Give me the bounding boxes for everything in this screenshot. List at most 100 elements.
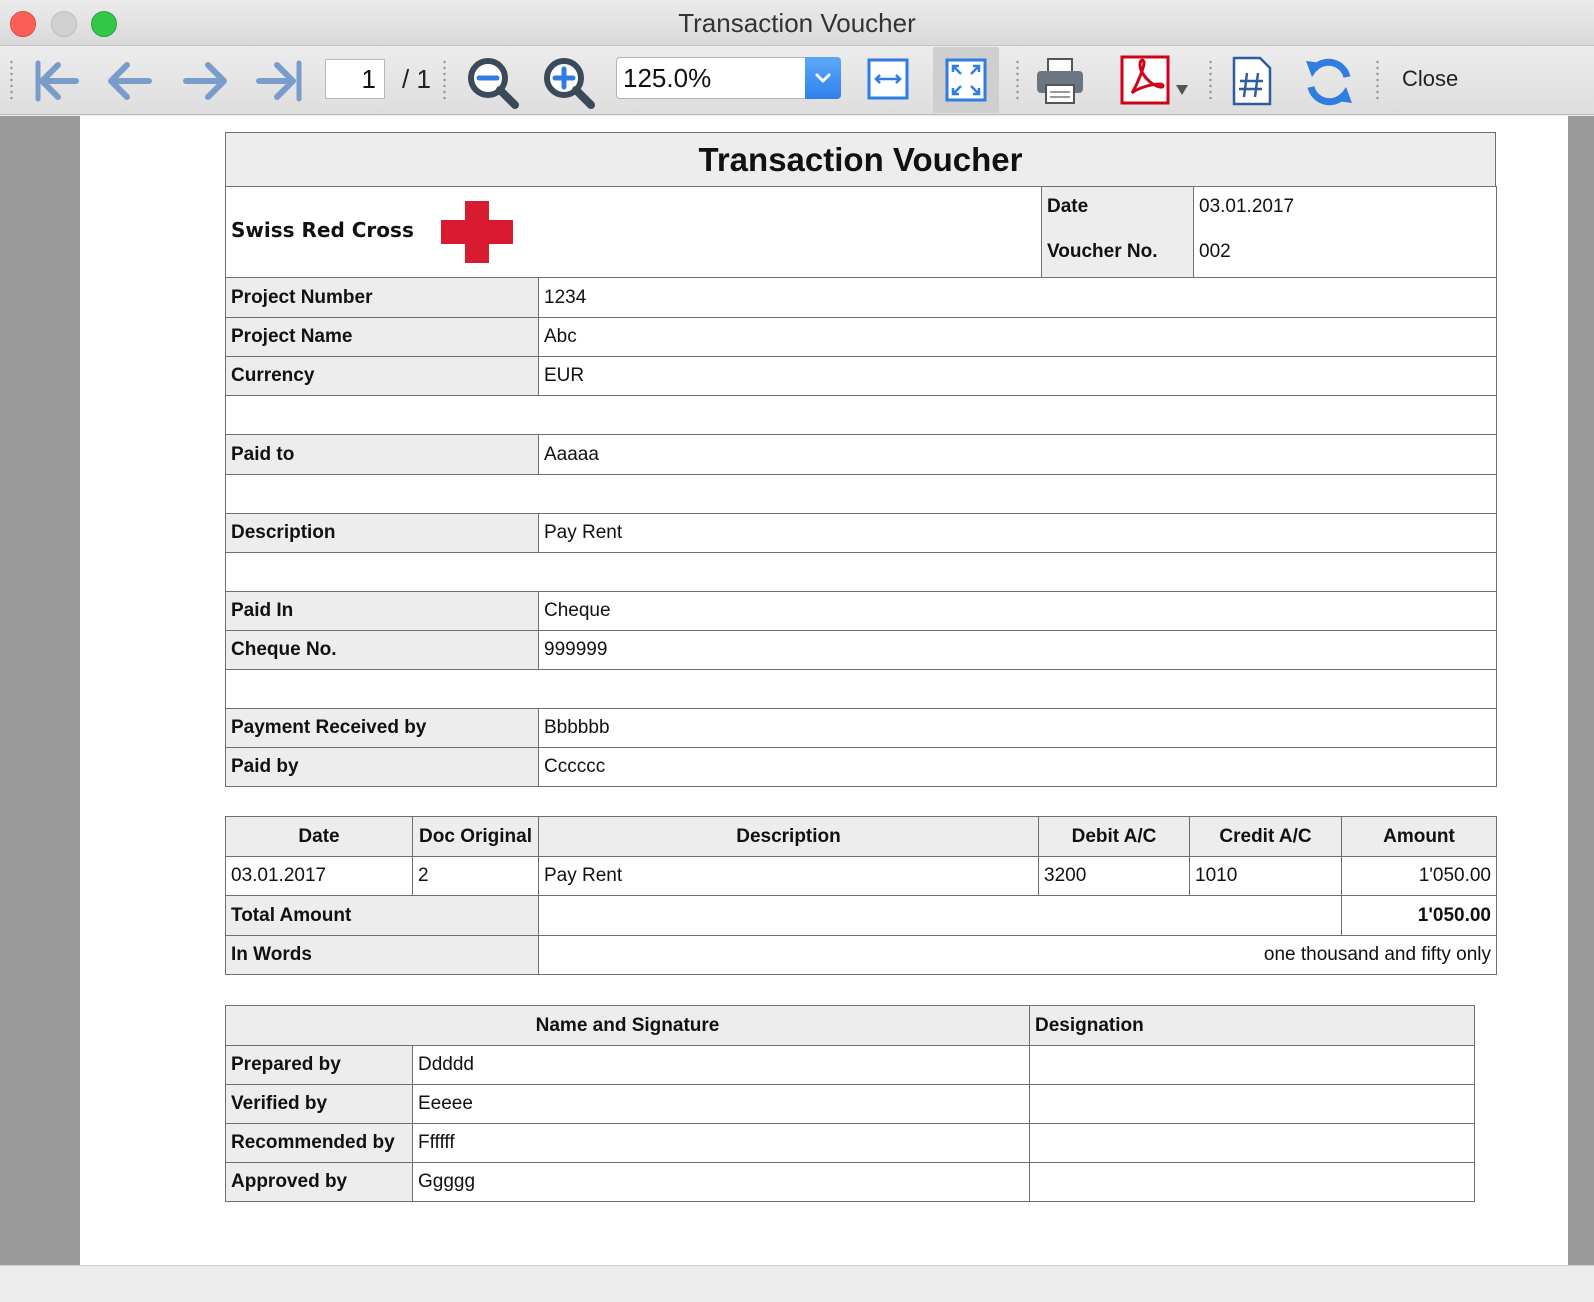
field-label: Cheque No. — [225, 630, 539, 670]
refresh-icon — [1306, 58, 1352, 106]
field-value: Bbbbbb — [538, 708, 1497, 748]
field-value: Cheque — [538, 591, 1497, 631]
date-value: 03.01.2017 — [1193, 186, 1497, 227]
export-pdf-button[interactable] — [1120, 53, 1192, 109]
spacer-row — [225, 669, 1497, 709]
table-row: 03.01.2017 2 Pay Rent 3200 1010 1'050.00 — [225, 856, 1497, 896]
toolbar-grip — [1016, 59, 1019, 103]
table-cell: 2 — [412, 856, 539, 896]
field-label: Paid by — [225, 747, 539, 787]
page-numbering-button[interactable] — [1230, 55, 1274, 107]
field-label: Payment Received by — [225, 708, 539, 748]
refresh-button[interactable] — [1302, 55, 1356, 109]
voucher-header-table: Swiss Red Cross Date 03.01.2017 Voucher … — [225, 186, 1497, 278]
spacer-row — [225, 552, 1497, 592]
signature-designation — [1029, 1162, 1475, 1202]
table-row: Approved by Ggggg — [225, 1162, 1475, 1202]
previous-page-button[interactable] — [105, 59, 155, 103]
field-label: Project Number — [225, 277, 539, 318]
name-signature-header: Name and Signature — [225, 1005, 1030, 1046]
next-page-button[interactable] — [180, 59, 230, 103]
title-bar: Transaction Voucher — [0, 0, 1594, 46]
column-header: Amount — [1341, 816, 1497, 857]
voucher-title: Transaction Voucher — [225, 132, 1496, 187]
arrow-left-icon — [108, 62, 152, 100]
field-label: Project Name — [225, 317, 539, 357]
fit-width-icon — [867, 58, 909, 100]
voucher-fields-table: Project Number 1234 Project Name Abc Curre… — [225, 277, 1497, 787]
column-header: Doc Original — [412, 816, 539, 857]
total-amount-value: 1'050.00 — [1341, 895, 1497, 936]
toolbar-grip — [1376, 59, 1379, 103]
field-value: Aaaaa — [538, 434, 1497, 475]
signature-name: Ddddd — [412, 1045, 1030, 1085]
zoom-in-icon — [544, 58, 595, 109]
voucher-no-label: Voucher No. — [1041, 226, 1194, 278]
zoom-out-button[interactable] — [465, 55, 521, 111]
first-page-icon — [35, 60, 79, 102]
organization-name: Swiss Red Cross — [231, 218, 414, 243]
field-value: EUR — [538, 356, 1497, 396]
signature-role: Verified by — [225, 1084, 413, 1124]
signature-role: Prepared by — [225, 1045, 413, 1085]
zoom-in-button[interactable] — [541, 55, 597, 111]
field-value: Abc — [538, 317, 1497, 357]
first-page-button[interactable] — [30, 59, 80, 103]
table-cell: Pay Rent — [538, 856, 1039, 896]
table-cell: 3200 — [1038, 856, 1190, 896]
column-header: Description — [538, 816, 1039, 857]
fit-page-button[interactable] — [944, 57, 988, 103]
field-label: Paid In — [225, 591, 539, 631]
entries-table: Date Doc Original Description Debit A/C … — [225, 816, 1497, 975]
field-value: 999999 — [538, 630, 1497, 670]
page-total: / 1 — [402, 64, 431, 94]
signature-designation — [1029, 1123, 1475, 1163]
table-row: Verified by Eeeee — [225, 1084, 1475, 1124]
field-label: Paid to — [225, 434, 539, 475]
signature-designation — [1029, 1084, 1475, 1124]
red-cross-logo — [441, 201, 514, 263]
printer-icon — [1037, 58, 1083, 104]
status-bar — [0, 1265, 1594, 1302]
table-cell: 03.01.2017 — [225, 856, 413, 896]
zoom-out-icon — [468, 58, 519, 109]
signature-name: Eeeee — [412, 1084, 1030, 1124]
document-viewer[interactable]: Transaction Voucher Swiss Red Cross Date… — [0, 116, 1594, 1265]
in-words-value: one thousand and fifty only — [538, 935, 1497, 975]
last-page-button[interactable] — [255, 59, 305, 103]
chevron-down-icon — [805, 57, 841, 99]
zoom-select[interactable]: 125.0% — [616, 57, 841, 99]
organization-cell: Swiss Red Cross — [225, 186, 1042, 278]
total-amount-label: Total Amount — [225, 895, 539, 936]
voucher-title-table: Transaction Voucher — [225, 132, 1496, 187]
field-label: Description — [225, 513, 539, 553]
fit-page-icon — [945, 58, 987, 102]
close-button[interactable]: Close — [1402, 66, 1458, 92]
hash-document-icon — [1232, 56, 1272, 106]
spacer-row — [225, 395, 1497, 435]
toolbar: 1 / 1 125.0% Close — [0, 47, 1594, 115]
column-header: Date — [225, 816, 413, 857]
table-cell: 1010 — [1189, 856, 1342, 896]
table-row: Recommended by Ffffff — [225, 1123, 1475, 1163]
date-label: Date — [1041, 186, 1194, 227]
page-number-input[interactable]: 1 — [325, 59, 385, 99]
field-label: Currency — [225, 356, 539, 396]
fit-width-button[interactable] — [866, 57, 910, 101]
pdf-icon — [1120, 55, 1188, 105]
last-page-icon — [256, 60, 302, 102]
print-button[interactable] — [1034, 55, 1086, 107]
toolbar-grip — [443, 59, 446, 103]
signatures-table: Name and Signature Designation Prepared … — [225, 1005, 1475, 1202]
voucher-no-value: 002 — [1193, 226, 1497, 278]
empty-cell — [538, 895, 1342, 936]
column-header: Debit A/C — [1038, 816, 1190, 857]
signature-designation — [1029, 1045, 1475, 1085]
toolbar-grip — [10, 59, 13, 103]
in-words-label: In Words — [225, 935, 539, 975]
table-row: Prepared by Ddddd — [225, 1045, 1475, 1085]
signature-role: Approved by — [225, 1162, 413, 1202]
field-value: 1234 — [538, 277, 1497, 318]
arrow-right-icon — [183, 62, 227, 100]
table-cell: 1'050.00 — [1341, 856, 1497, 896]
